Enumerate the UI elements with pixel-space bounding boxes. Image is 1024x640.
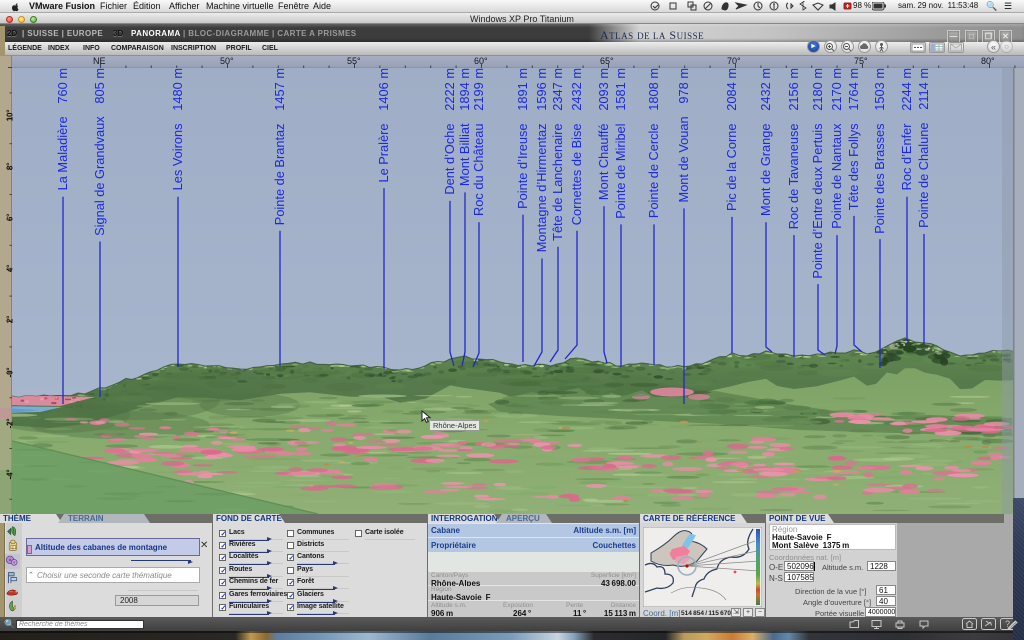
svg-text:2: 2 bbox=[12, 545, 14, 549]
